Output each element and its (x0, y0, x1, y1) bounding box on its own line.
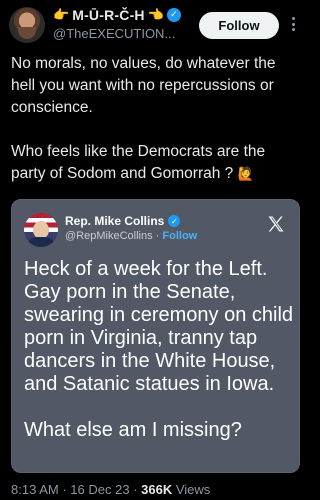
person-raising-hand-emoji-icon: 🙋 (237, 167, 254, 182)
pointing-left-emoji-icon: 👈 (147, 7, 164, 23)
quoted-author-name-row[interactable]: Rep. Mike Collins ✓ (65, 214, 181, 228)
x-logo-icon[interactable] (266, 214, 286, 234)
views-count: 366K (141, 482, 173, 497)
avatar-suit (27, 237, 55, 247)
tweet-paragraph-2: Who feels like the Democrats are the par… (11, 141, 303, 186)
quoted-author-handle[interactable]: @RepMikeCollins (65, 230, 153, 242)
quoted-paragraph-2: What else am I missing? (24, 419, 242, 441)
follow-button[interactable]: Follow (199, 12, 279, 39)
quoted-paragraph-1: Heck of a week for the Left. Gay porn in… (24, 258, 294, 395)
separator-dot: · (133, 482, 142, 497)
quoted-tweet-card[interactable]: Rep. Mike Collins ✓ @RepMikeCollins · Fo… (11, 199, 300, 473)
tweet-paragraph-1: No morals, no values, do whatever the he… (11, 55, 276, 116)
quoted-follow-link[interactable]: Follow (162, 230, 197, 242)
verified-badge-icon: ✓ (166, 8, 181, 22)
quoted-tweet-body: Heck of a week for the Left. Gay porn in… (24, 258, 294, 442)
more-options-icon[interactable] (287, 14, 299, 34)
author-handle[interactable]: @TheEXECUTION... (53, 26, 175, 41)
quoted-verified-badge-icon: ✓ (168, 215, 181, 227)
tweet-meta: 8:13 AM · 16 Dec 23 · 366K Views (11, 482, 210, 497)
author-display-name[interactable]: M-Ū-R-Č-H (72, 7, 145, 23)
tweet-date[interactable]: 16 Dec 23 (70, 482, 129, 497)
tweet-paragraph-2-text: Who feels like the Democrats are the par… (11, 143, 266, 182)
author-avatar[interactable] (9, 7, 45, 43)
avatar-detail (18, 27, 36, 39)
views-label: Views (175, 482, 211, 497)
quoted-handle-row: @RepMikeCollins · Follow (65, 230, 197, 242)
quoted-author-name[interactable]: Rep. Mike Collins (65, 214, 164, 228)
tweet-time[interactable]: 8:13 AM (11, 482, 59, 497)
author-name-row[interactable]: 👉 M-Ū-R-Č-H 👈 ✓ (53, 7, 181, 23)
tweet-header: 👉 M-Ū-R-Č-H 👈 ✓ @TheEXECUTION... Follow (0, 0, 311, 52)
tweet-text: No morals, no values, do whatever the he… (11, 53, 303, 186)
pointing-right-emoji-icon: 👉 (53, 7, 70, 23)
quoted-author-avatar[interactable] (24, 213, 58, 247)
